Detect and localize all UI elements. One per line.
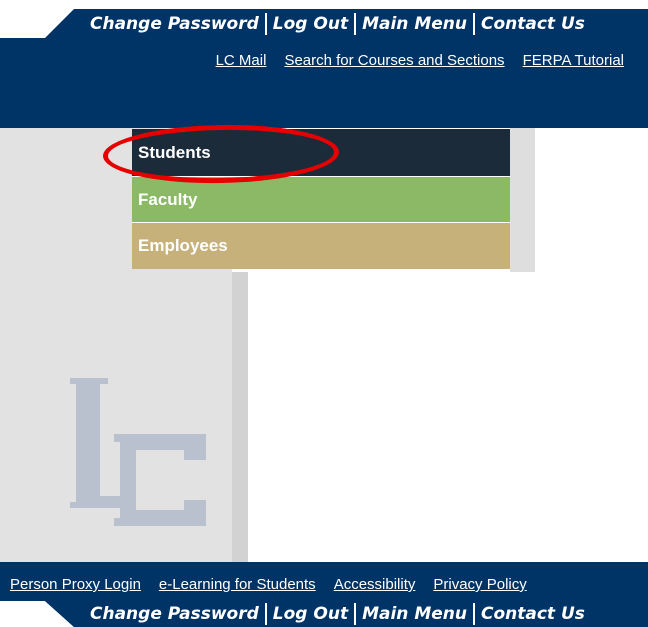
menu-item-faculty[interactable]: Faculty [132, 177, 510, 223]
bottom-nav-contact-us[interactable]: Contact Us [475, 604, 591, 624]
menu-item-label: Employees [138, 236, 228, 255]
bottom-nav-log-out[interactable]: Log Out [267, 604, 354, 624]
header-link-ferpa-tutorial[interactable]: FERPA Tutorial [523, 52, 624, 69]
left-panel-edge [232, 272, 248, 562]
footer-link-accessibility[interactable]: Accessibility [334, 576, 416, 593]
bottom-nav: Change Password Log Out Main Menu Contac… [0, 601, 648, 627]
user-type-menu: Students Faculty Employees [132, 129, 510, 269]
menu-item-employees[interactable]: Employees [132, 223, 510, 269]
footer-link-elearning[interactable]: e-Learning for Students [159, 576, 316, 593]
top-nav-contact-us[interactable]: Contact Us [475, 14, 591, 34]
header-link-course-search[interactable]: Search for Courses and Sections [284, 52, 504, 69]
bottom-nav-main-menu[interactable]: Main Menu [356, 604, 473, 624]
footer-links: Person Proxy Login e-Learning for Studen… [10, 576, 527, 593]
top-nav-main-menu[interactable]: Main Menu [356, 14, 473, 34]
footer-link-person-proxy-login[interactable]: Person Proxy Login [10, 576, 141, 593]
header: LC Mail Search for Courses and Sections … [0, 38, 648, 128]
menu-item-label: Students [138, 142, 211, 162]
top-nav: Change Password Log Out Main Menu Contac… [0, 0, 648, 38]
header-link-lc-mail[interactable]: LC Mail [216, 52, 267, 69]
footer-link-privacy-policy[interactable]: Privacy Policy [433, 576, 526, 593]
bottom-nav-change-password[interactable]: Change Password [84, 604, 265, 624]
menu-item-students[interactable]: Students [132, 129, 510, 177]
menu-shadow [510, 128, 535, 272]
header-links: LC Mail Search for Courses and Sections … [216, 52, 624, 69]
menu-item-label: Faculty [138, 189, 198, 209]
lc-logo-icon [70, 378, 206, 526]
top-nav-links: Change Password Log Out Main Menu Contac… [84, 9, 591, 38]
top-nav-log-out[interactable]: Log Out [267, 14, 354, 34]
top-nav-change-password[interactable]: Change Password [84, 14, 265, 34]
bottom-nav-links: Change Password Log Out Main Menu Contac… [84, 601, 591, 627]
